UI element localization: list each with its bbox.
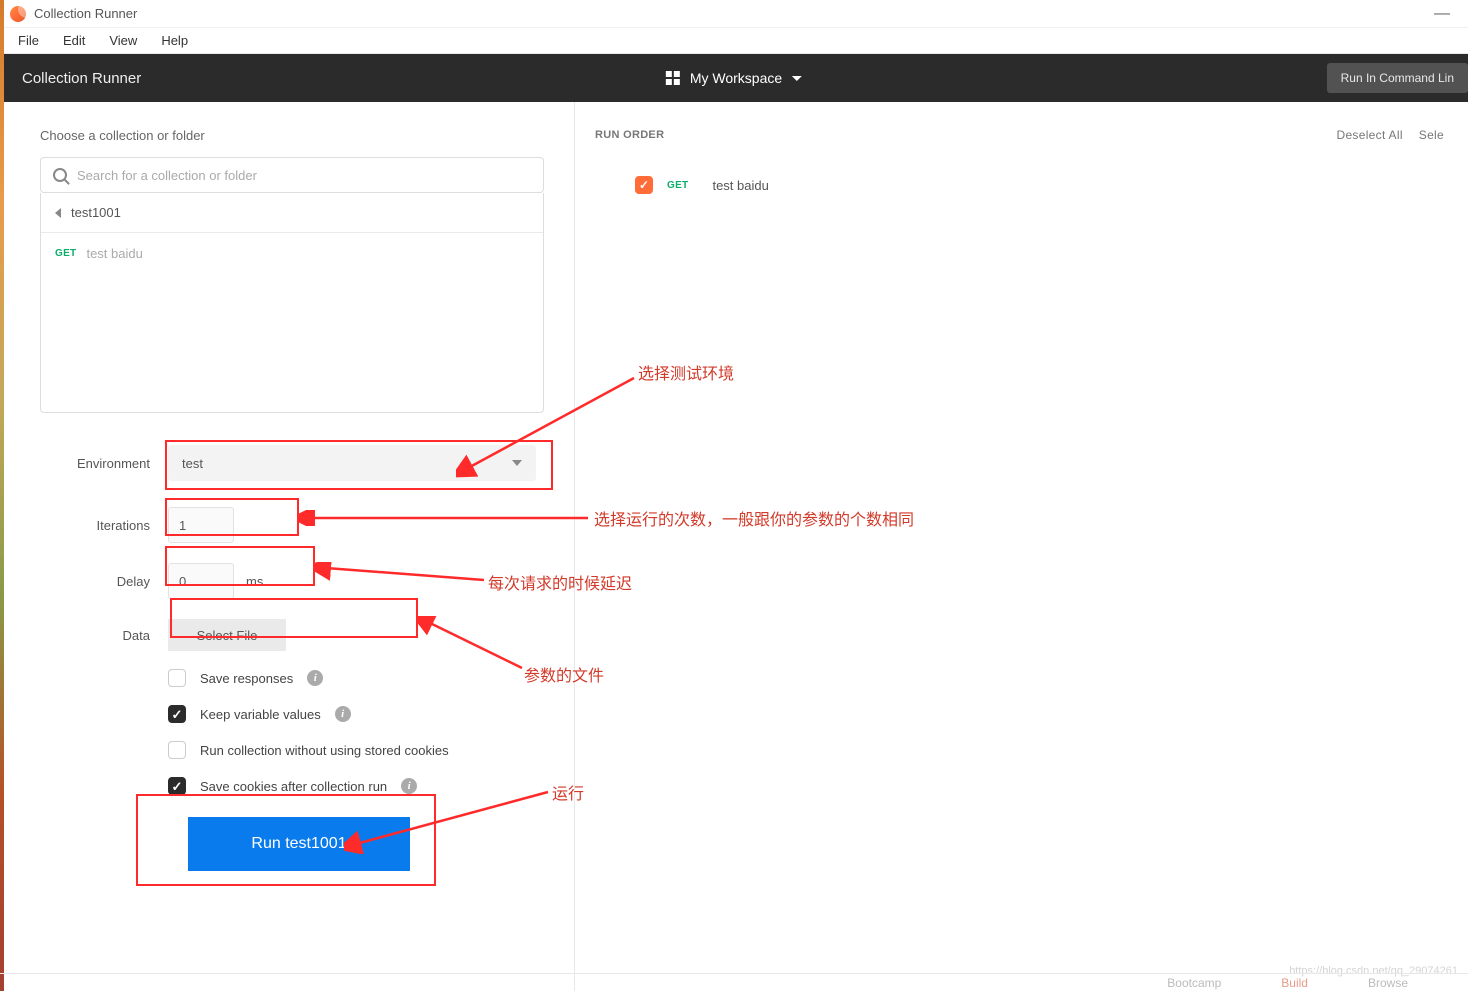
run-cmd-line-button[interactable]: Run In Command Lin	[1327, 63, 1468, 93]
run-order-header: RUN ORDER Deselect All Sele	[595, 128, 1444, 142]
info-icon[interactable]: i	[335, 706, 351, 722]
chevron-down-icon	[512, 460, 522, 466]
right-panel: RUN ORDER Deselect All Sele GET test bai…	[575, 102, 1468, 991]
data-label: Data	[40, 628, 168, 643]
postman-icon	[10, 6, 26, 22]
collection-back-row[interactable]: test1001	[41, 193, 543, 233]
workspace-name: My Workspace	[690, 70, 782, 86]
environment-select[interactable]: test	[168, 445, 536, 481]
delay-input[interactable]	[168, 563, 234, 599]
environment-value: test	[182, 456, 203, 471]
save-responses-checkbox[interactable]	[168, 669, 186, 687]
request-name: test baidu	[712, 178, 768, 193]
search-input[interactable]	[77, 168, 531, 183]
chevron-down-icon	[792, 76, 802, 81]
info-icon[interactable]: i	[401, 778, 417, 794]
build-link[interactable]: Build	[1281, 976, 1308, 990]
browse-link[interactable]: Browse	[1368, 976, 1408, 990]
menu-file[interactable]: File	[8, 31, 49, 50]
run-order-label: RUN ORDER	[595, 129, 664, 141]
minimize-button[interactable]: —	[1426, 5, 1458, 23]
collection-search[interactable]	[40, 157, 544, 193]
menu-help[interactable]: Help	[151, 31, 198, 50]
request-checkbox[interactable]	[635, 176, 653, 194]
search-icon	[53, 168, 67, 182]
save-cookies-checkbox[interactable]	[168, 777, 186, 795]
iterations-input[interactable]	[168, 507, 234, 543]
method-badge: GET	[55, 248, 76, 259]
method-badge: GET	[667, 180, 688, 191]
environment-label: Environment	[40, 456, 168, 471]
collection-list: test1001 GET test baidu	[40, 193, 544, 413]
iterations-label: Iterations	[40, 518, 168, 533]
collection-name: test1001	[71, 205, 121, 220]
save-responses-label: Save responses	[200, 671, 293, 686]
menu-edit[interactable]: Edit	[53, 31, 95, 50]
choose-collection-label: Choose a collection or folder	[40, 128, 544, 143]
workspace-selector[interactable]: My Workspace	[666, 70, 802, 86]
request-name: test baidu	[86, 246, 142, 261]
run-order-item[interactable]: GET test baidu	[595, 176, 1444, 194]
delay-label: Delay	[40, 574, 168, 589]
topbar: Collection Runner My Workspace Run In Co…	[0, 54, 1468, 102]
select-all-button[interactable]: Sele	[1419, 128, 1444, 142]
run-collection-button[interactable]: Run test1001	[188, 817, 410, 871]
menubar: File Edit View Help	[0, 28, 1468, 54]
save-cookies-label: Save cookies after collection run	[200, 779, 387, 794]
left-panel: Choose a collection or folder test1001 G…	[0, 102, 575, 991]
deselect-all-button[interactable]: Deselect All	[1336, 128, 1402, 142]
window-titlebar: Collection Runner —	[0, 0, 1468, 28]
topbar-title: Collection Runner	[22, 70, 141, 87]
keep-vars-label: Keep variable values	[200, 707, 321, 722]
no-cookies-label: Run collection without using stored cook…	[200, 743, 449, 758]
select-file-button[interactable]: Select File	[168, 619, 286, 651]
info-icon[interactable]: i	[307, 670, 323, 686]
menu-view[interactable]: View	[99, 31, 147, 50]
bootcamp-link[interactable]: Bootcamp	[1167, 976, 1221, 990]
request-row[interactable]: GET test baidu	[41, 233, 543, 273]
chevron-left-icon	[55, 208, 61, 218]
grid-icon	[666, 71, 680, 85]
no-cookies-checkbox[interactable]	[168, 741, 186, 759]
delay-unit: ms	[246, 574, 263, 589]
bottom-bar: Bootcamp Build Browse	[0, 973, 1468, 991]
keep-vars-checkbox[interactable]	[168, 705, 186, 723]
titlebar-text: Collection Runner	[34, 6, 137, 21]
